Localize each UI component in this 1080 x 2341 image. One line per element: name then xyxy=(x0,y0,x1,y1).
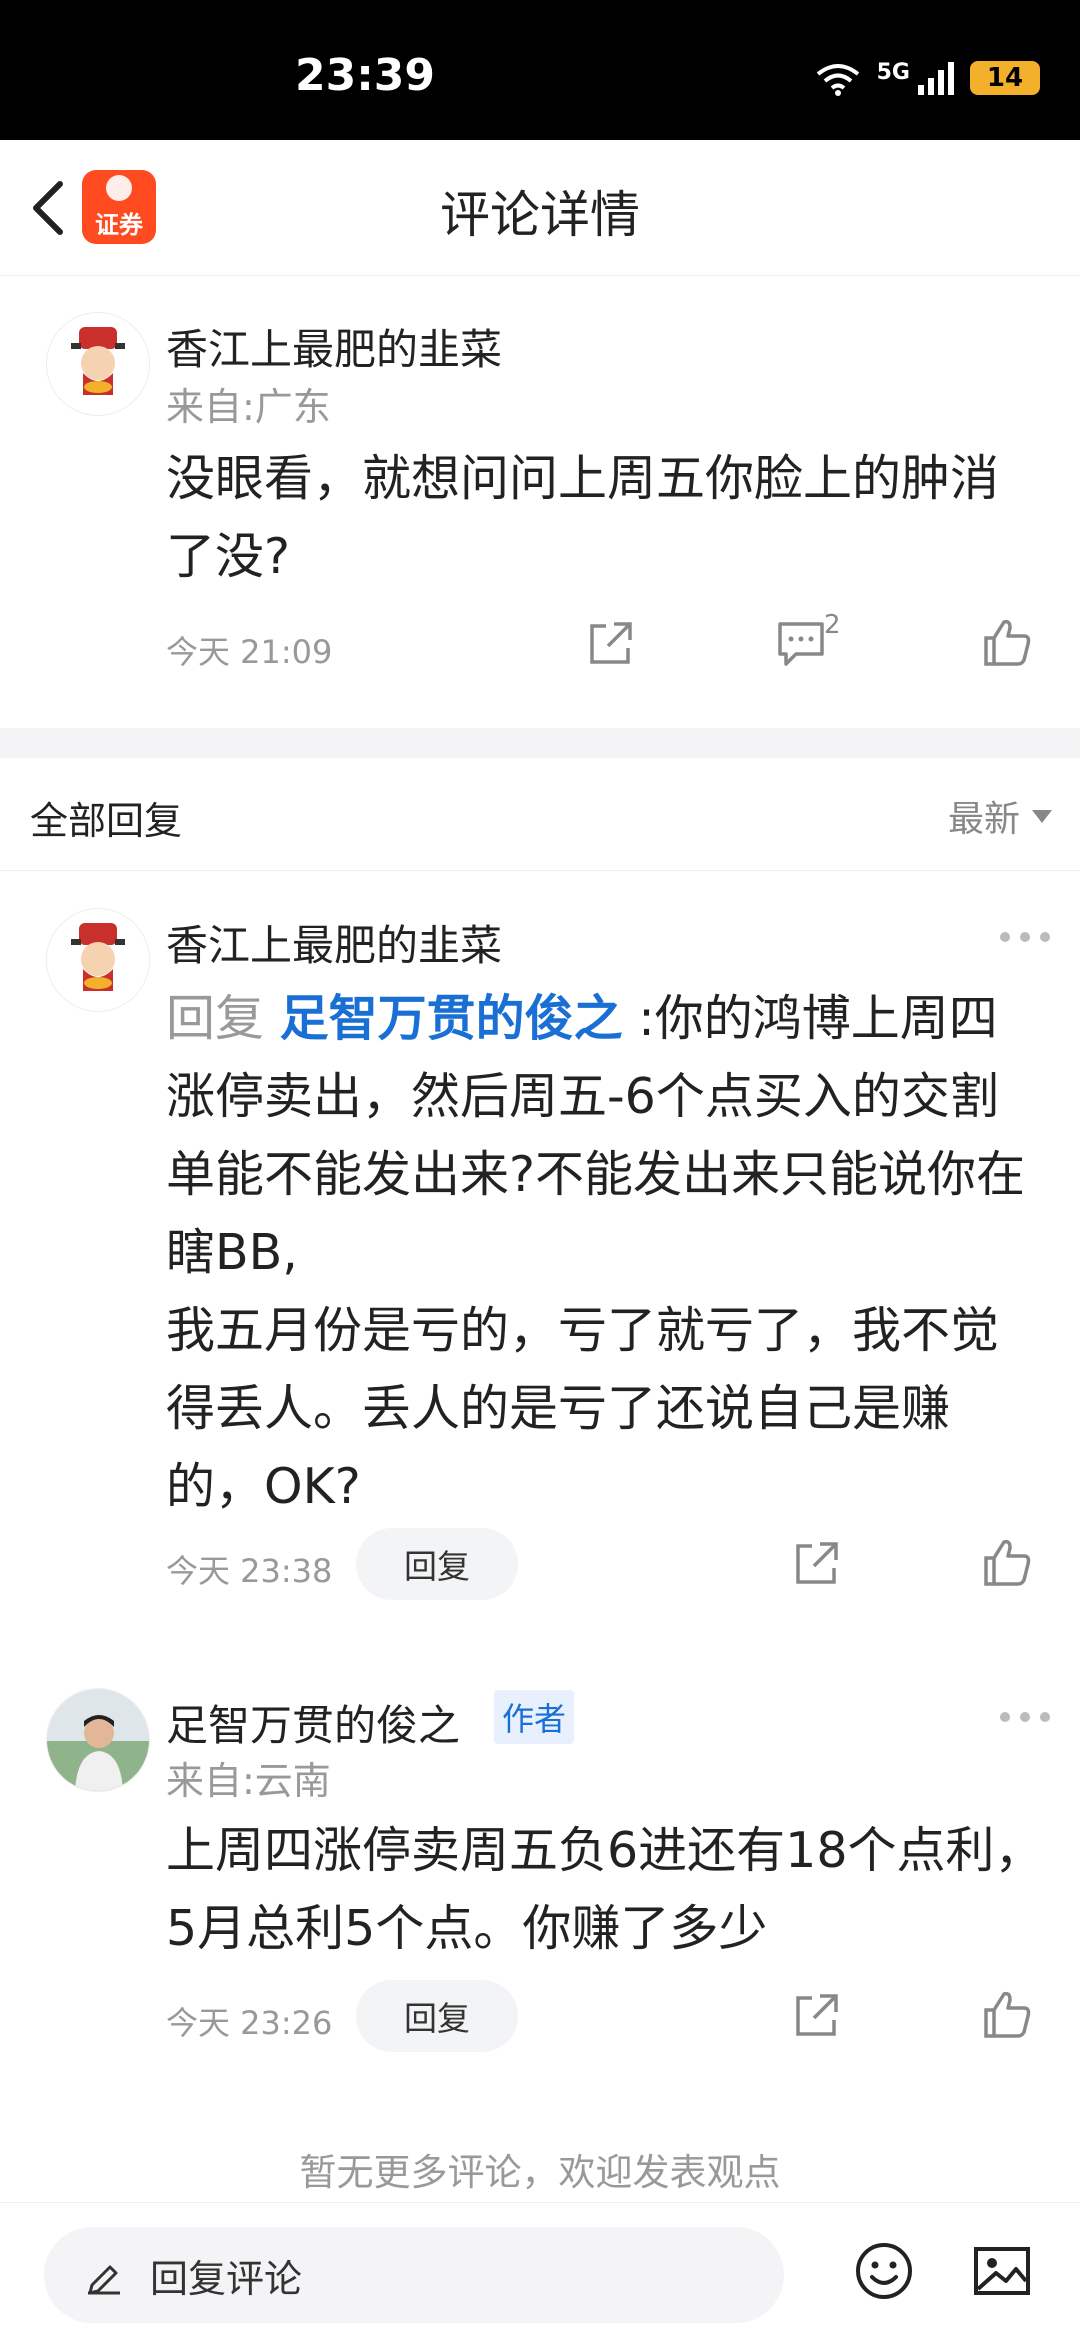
comment-icon[interactable] xyxy=(774,616,828,670)
emoji-icon[interactable] xyxy=(852,2239,916,2303)
reply-time: 今天 23:38 xyxy=(166,1552,333,1590)
reply-prefix: 回复 xyxy=(166,990,265,1047)
nav-bar: 证券 评论详情 xyxy=(0,140,1080,276)
fortune-god-avatar-icon xyxy=(71,327,125,395)
reply-input[interactable]: 回复评论 xyxy=(44,2227,784,2323)
status-bar: 23:39 5G 14 xyxy=(0,0,1080,140)
reply-content: :你的鸿博上周四涨停卖出，然后周五-6个点买入的交割单能不能发出来?不能发出来只… xyxy=(166,990,1026,1515)
reply-text: 回复 足智万贯的俊之 :你的鸿博上周四涨停卖出，然后周五-6个点买入的交割单能不… xyxy=(166,980,1046,1526)
share-icon[interactable] xyxy=(790,1988,844,2042)
fortune-god-avatar-icon xyxy=(71,923,125,991)
reply-mention-link[interactable]: 足智万贯的俊之 xyxy=(280,990,623,1047)
comment-count: 2 xyxy=(824,610,841,640)
avatar[interactable] xyxy=(46,908,150,1012)
share-icon[interactable] xyxy=(584,616,638,670)
reply-username[interactable]: 足智万贯的俊之 xyxy=(166,1692,460,1753)
comment-time: 今天 21:09 xyxy=(166,633,333,671)
reply-button[interactable]: 回复 xyxy=(356,1980,518,2052)
comment-username[interactable]: 香江上最肥的韭菜 xyxy=(166,316,502,377)
avatar[interactable] xyxy=(46,312,150,416)
page-title: 评论详情 xyxy=(440,186,640,244)
status-time: 23:39 xyxy=(294,50,436,101)
more-options-icon[interactable] xyxy=(1000,932,1050,946)
like-icon[interactable] xyxy=(980,1536,1034,1590)
pencil-icon xyxy=(88,2265,120,2295)
reply-time: 今天 23:26 xyxy=(166,2004,333,2042)
reply-location: 来自:云南 xyxy=(166,1759,331,1803)
user-photo-avatar-icon xyxy=(47,1689,149,1791)
avatar[interactable] xyxy=(46,1688,150,1792)
no-more-comments-text: 暂无更多评论，欢迎发表观点 xyxy=(299,2151,781,2194)
battery-level: 14 xyxy=(986,63,1024,93)
replies-header: 全部回复 最新 xyxy=(0,758,1080,871)
like-icon[interactable] xyxy=(980,616,1034,670)
like-icon[interactable] xyxy=(980,1988,1034,2042)
comment-text: 没眼看，就想问问上周五你脸上的肿消了没? xyxy=(166,450,1000,585)
network-label: 5G xyxy=(876,60,910,85)
wifi-icon xyxy=(816,64,859,96)
reply-input-placeholder: 回复评论 xyxy=(150,2256,303,2301)
bottom-bar: 回复评论 xyxy=(0,2202,1080,2341)
more-options-icon[interactable] xyxy=(1000,1712,1050,1726)
signal-icon xyxy=(918,62,954,95)
reply-username[interactable]: 香江上最肥的韭菜 xyxy=(166,912,502,973)
battery-icon: 14 xyxy=(970,61,1040,95)
sort-label: 最新 xyxy=(947,799,1020,840)
share-icon[interactable] xyxy=(790,1536,844,1590)
caret-down-icon xyxy=(1032,809,1052,823)
comment-location: 来自:广东 xyxy=(166,385,331,429)
replies-title: 全部回复 xyxy=(30,799,183,843)
sort-dropdown[interactable]: 最新 xyxy=(948,790,1052,842)
image-icon[interactable] xyxy=(970,2239,1034,2303)
status-icons: 5G 14 xyxy=(813,60,1040,96)
author-badge: 作者 xyxy=(494,1690,575,1744)
reply-text: 上周四涨停卖周五负6进还有18个点利，5月总利5个点。你赚了多少 xyxy=(166,1822,1044,1957)
section-divider xyxy=(0,728,1080,758)
reply-button[interactable]: 回复 xyxy=(356,1528,518,1600)
